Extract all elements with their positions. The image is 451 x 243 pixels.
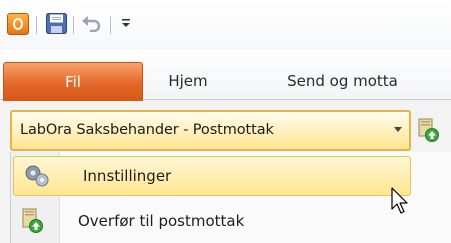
tab-send-receive[interactable]: Send og motta bbox=[250, 62, 435, 100]
menu-item-label: Innstillinger bbox=[83, 167, 172, 185]
tab-file[interactable]: Fil bbox=[3, 62, 143, 101]
profile-dropdown-value: LabOra Saksbehander - Postmottak bbox=[20, 122, 274, 138]
ribbon-tab-bar: Fil Hjem Send og motta bbox=[0, 50, 451, 101]
profile-dropdown[interactable]: LabOra Saksbehander - Postmottak bbox=[10, 110, 411, 151]
chevron-down-icon[interactable] bbox=[394, 127, 402, 132]
menu-item-settings[interactable]: Innstillinger bbox=[13, 156, 411, 196]
tab-home[interactable]: Hjem bbox=[148, 62, 228, 100]
save-icon[interactable] bbox=[46, 13, 67, 34]
toolbar-separator bbox=[110, 16, 111, 34]
toolbar-separator bbox=[36, 16, 37, 34]
gear-icon bbox=[25, 165, 49, 187]
toolbar-separator bbox=[73, 16, 74, 34]
transfer-icon bbox=[22, 208, 43, 233]
outlook-app-icon[interactable] bbox=[7, 13, 29, 35]
transfer-icon[interactable] bbox=[416, 118, 440, 142]
menu-item-label: Overfør til postmottak bbox=[78, 212, 245, 230]
mouse-cursor-icon bbox=[391, 187, 408, 214]
quick-access-toolbar bbox=[0, 0, 451, 50]
menu-item-transfer[interactable]: Overfør til postmottak bbox=[11, 200, 451, 240]
undo-icon[interactable] bbox=[81, 14, 101, 32]
customize-toolbar-icon[interactable] bbox=[121, 16, 131, 30]
dropdown-menu: Innstillinger Overfør til postmottak bbox=[10, 152, 451, 243]
